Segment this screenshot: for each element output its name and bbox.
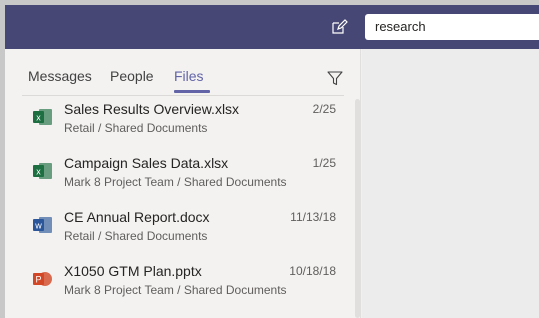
scrollbar-thumb[interactable] bbox=[355, 99, 360, 318]
excel-file-icon: x bbox=[33, 109, 52, 125]
file-date: 11/13/18 bbox=[290, 210, 336, 224]
file-row[interactable]: x Campaign Sales Data.xlsx Mark 8 Project … bbox=[5, 151, 355, 205]
file-icon-letter: x bbox=[36, 167, 41, 177]
file-row[interactable]: P X1050 GTM Plan.pptx Mark 8 Project Team … bbox=[5, 259, 355, 313]
tab-people[interactable]: People bbox=[110, 68, 154, 84]
file-row[interactable]: w CE Annual Report.docx Retail / Shared Do… bbox=[5, 205, 355, 259]
file-name: CE Annual Report.docx bbox=[64, 209, 210, 225]
file-name: Sales Results Overview.xlsx bbox=[64, 101, 240, 117]
scrollbar[interactable] bbox=[354, 97, 361, 318]
teams-window: research Messages People Files x Sales Re… bbox=[5, 5, 539, 318]
file-name: X1050 GTM Plan.pptx bbox=[64, 263, 202, 279]
search-results-panel: Messages People Files x Sales Results Ove… bbox=[5, 49, 361, 318]
file-path: Retail / Shared Documents bbox=[64, 121, 208, 135]
file-date: 10/18/18 bbox=[289, 264, 336, 278]
tab-messages[interactable]: Messages bbox=[28, 68, 92, 84]
excel-file-icon: x bbox=[33, 163, 52, 179]
file-list: x Sales Results Overview.xlsx Retail / Sha… bbox=[5, 97, 355, 313]
word-file-icon: w bbox=[33, 217, 52, 233]
tabs-divider bbox=[22, 95, 344, 96]
file-date: 1/25 bbox=[312, 156, 336, 170]
content-pane bbox=[362, 49, 539, 318]
search-box[interactable]: research bbox=[365, 14, 539, 40]
file-path: Retail / Shared Documents bbox=[64, 229, 208, 243]
powerpoint-file-icon: P bbox=[33, 272, 52, 286]
file-path: Mark 8 Project Team / Shared Documents bbox=[64, 175, 287, 189]
active-tab-indicator bbox=[174, 90, 210, 93]
filter-icon[interactable] bbox=[327, 70, 343, 86]
top-bar: research bbox=[5, 5, 539, 49]
file-row[interactable]: x Sales Results Overview.xlsx Retail / Sha… bbox=[5, 97, 355, 151]
file-date: 2/25 bbox=[312, 102, 336, 116]
tab-files[interactable]: Files bbox=[174, 68, 204, 84]
search-input[interactable]: research bbox=[375, 19, 426, 34]
compose-icon[interactable] bbox=[330, 18, 348, 36]
results-tabs: Messages People Files bbox=[5, 49, 361, 96]
file-icon-letter: P bbox=[35, 275, 41, 285]
file-path: Mark 8 Project Team / Shared Documents bbox=[64, 283, 287, 297]
file-icon-letter: x bbox=[36, 113, 41, 123]
file-icon-letter: w bbox=[34, 221, 42, 231]
file-name: Campaign Sales Data.xlsx bbox=[64, 155, 229, 171]
